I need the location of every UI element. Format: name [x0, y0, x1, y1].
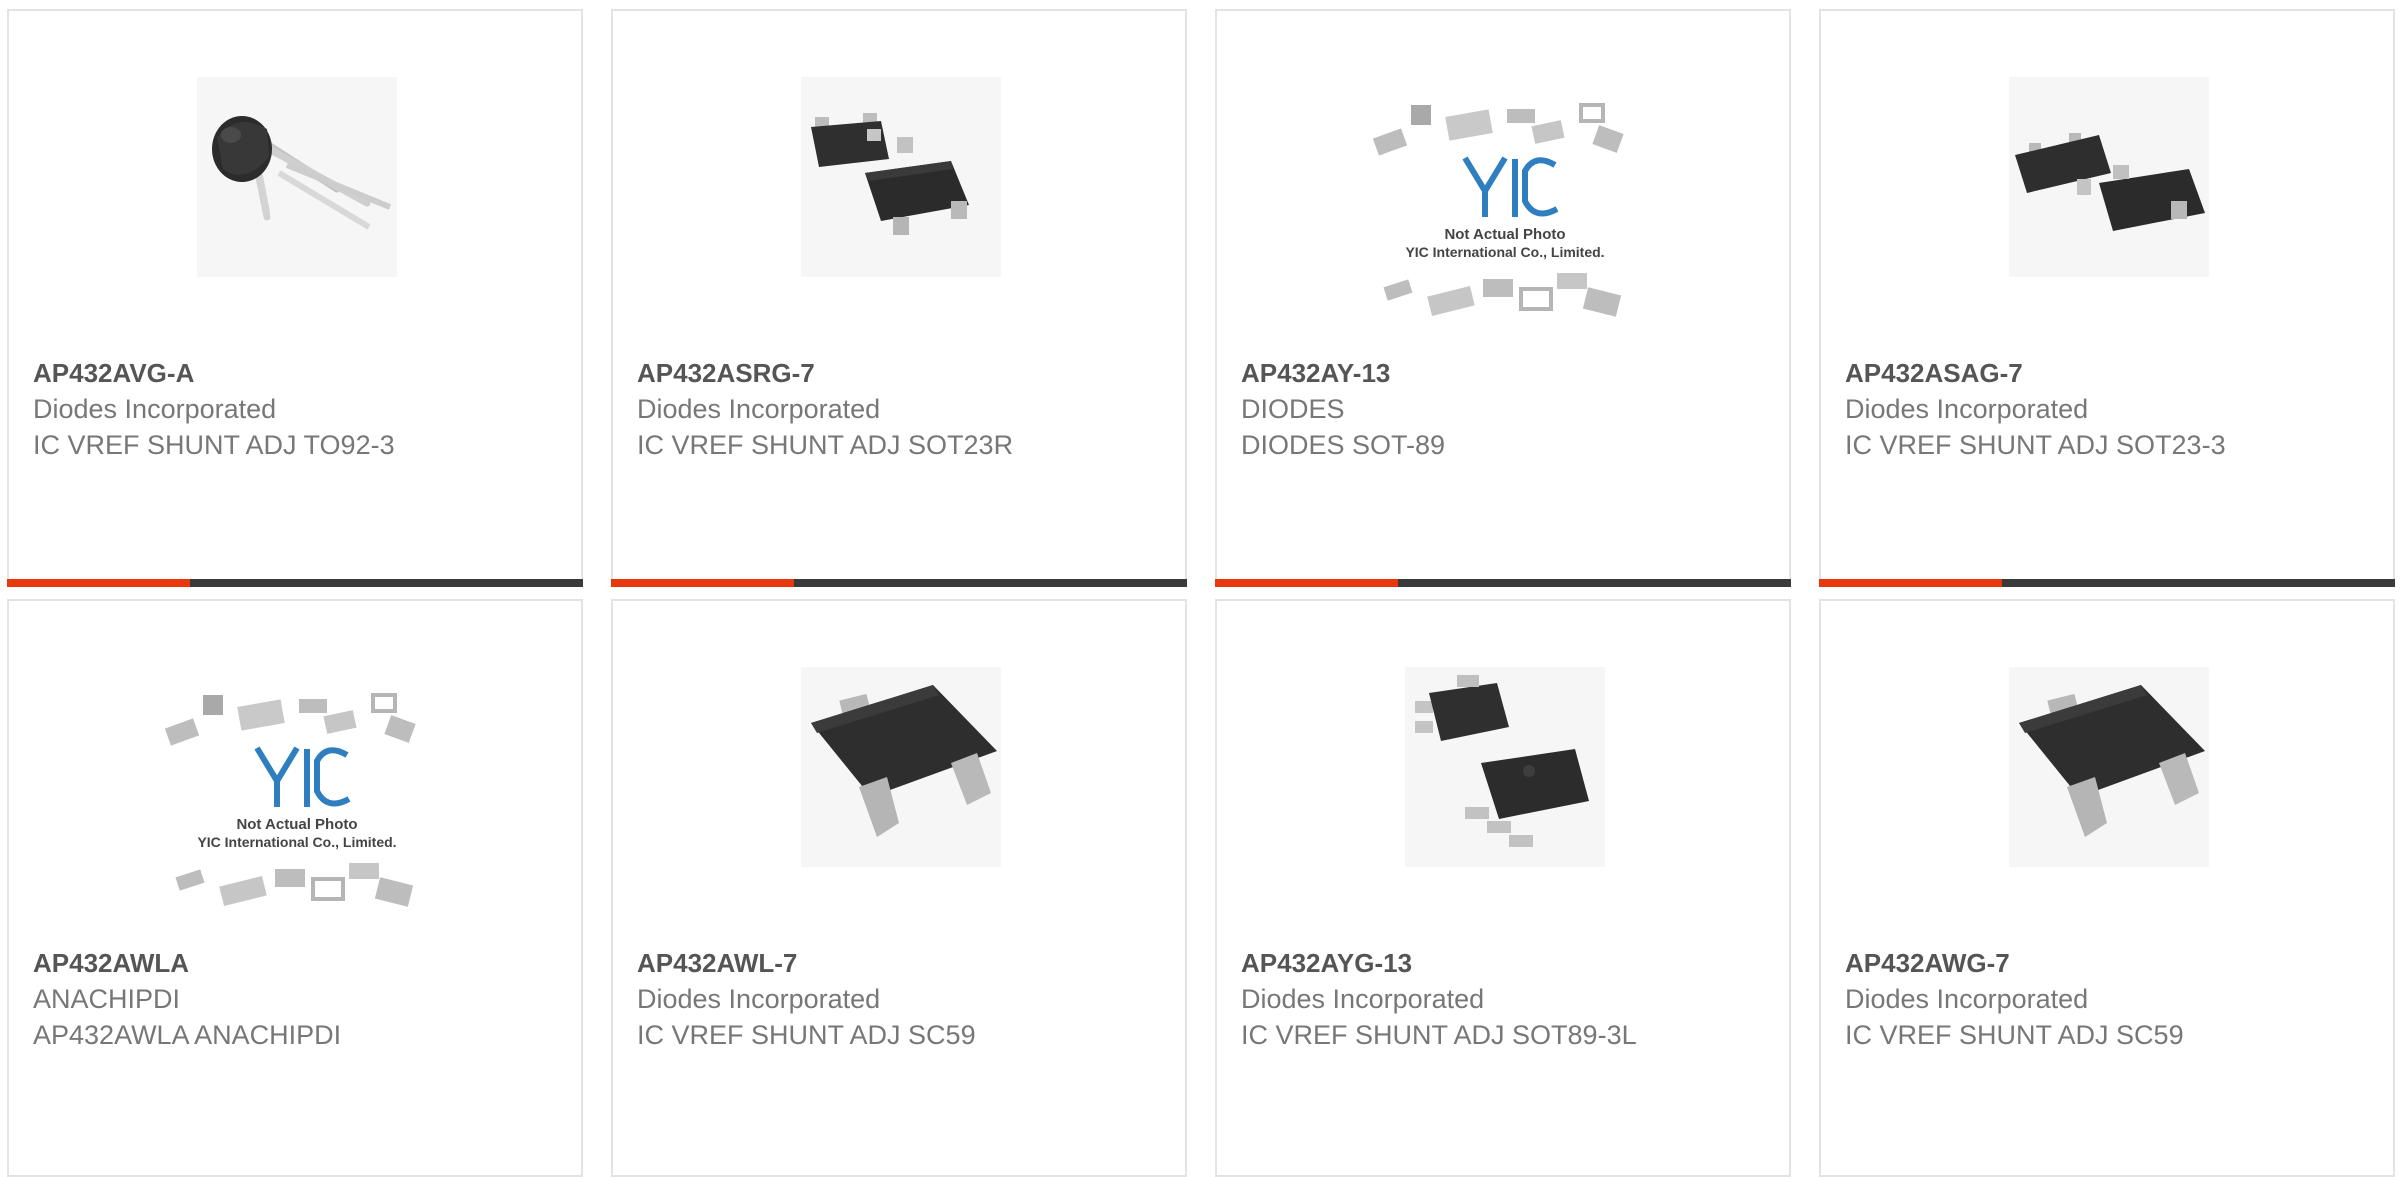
- sc59-package-image[interactable]: [2009, 667, 2209, 867]
- manufacturer: DIODES: [1241, 394, 1345, 424]
- part-number[interactable]: AP432AWL-7: [637, 945, 1169, 981]
- product-card[interactable]: AP432AWL-7 Diodes Incorporated IC VREF S…: [611, 599, 1187, 1177]
- description: AP432AWLA ANACHIPDI: [33, 1020, 342, 1050]
- card-footer-accent: [7, 579, 190, 587]
- not-actual-photo-image[interactable]: Not Actual Photo YIC International Co., …: [157, 683, 437, 933]
- sc59-package-image[interactable]: [801, 667, 1001, 867]
- product-card[interactable]: AP432AVG-A Diodes Incorporated IC VREF S…: [7, 9, 583, 587]
- product-card[interactable]: AP432ASRG-7 Diodes Incorporated IC VREF …: [611, 9, 1187, 587]
- product-info: AP432AWG-7 Diodes Incorporated IC VREF S…: [1845, 945, 2377, 1053]
- photo-note: Not Actual Photo: [1444, 226, 1565, 243]
- photo-company: YIC International Co., Limited.: [197, 834, 396, 850]
- not-actual-photo-image[interactable]: Not Actual Photo YIC International Co., …: [1365, 93, 1645, 343]
- product-info: AP432AY-13 DIODES DIODES SOT-89: [1241, 355, 1773, 463]
- part-number[interactable]: AP432AY-13: [1241, 355, 1773, 391]
- manufacturer: Diodes Incorporated: [1845, 984, 2089, 1014]
- description: IC VREF SHUNT ADJ SC59: [1845, 1020, 2184, 1050]
- part-number[interactable]: AP432AYG-13: [1241, 945, 1773, 981]
- card-footer-accent: [611, 579, 794, 587]
- sot23-package-image[interactable]: [2009, 77, 2209, 277]
- card-footer-bar: [1819, 579, 2395, 587]
- part-number[interactable]: AP432AWLA: [33, 945, 565, 981]
- card-footer-bar: [611, 579, 1187, 587]
- card-footer-accent: [1215, 579, 1398, 587]
- description: DIODES SOT-89: [1241, 430, 1446, 460]
- manufacturer: ANACHIPDI: [33, 984, 181, 1014]
- photo-company: YIC International Co., Limited.: [1405, 244, 1604, 260]
- product-info: AP432AWL-7 Diodes Incorporated IC VREF S…: [637, 945, 1169, 1053]
- product-info: AP432AVG-A Diodes Incorporated IC VREF S…: [33, 355, 565, 463]
- product-info: AP432AYG-13 Diodes Incorporated IC VREF …: [1241, 945, 1773, 1053]
- manufacturer: Diodes Incorporated: [1241, 984, 1485, 1014]
- card-footer-bar: [1215, 579, 1791, 587]
- card-footer-accent: [1819, 579, 2002, 587]
- product-card[interactable]: Not Actual Photo YIC International Co., …: [7, 599, 583, 1177]
- to92-package-image[interactable]: [197, 77, 397, 277]
- product-info: AP432AWLA ANACHIPDI AP432AWLA ANACHIPDI: [33, 945, 565, 1053]
- manufacturer: Diodes Incorporated: [637, 394, 881, 424]
- product-card[interactable]: AP432ASAG-7 Diodes Incorporated IC VREF …: [1819, 9, 2395, 587]
- manufacturer: Diodes Incorporated: [1845, 394, 2089, 424]
- sot23-package-image[interactable]: [801, 77, 1001, 277]
- product-card[interactable]: Not Actual Photo YIC International Co., …: [1215, 9, 1791, 587]
- manufacturer: Diodes Incorporated: [33, 394, 277, 424]
- description: IC VREF SHUNT ADJ SOT23-3: [1845, 430, 2226, 460]
- description: IC VREF SHUNT ADJ SOT89-3L: [1241, 1020, 1637, 1050]
- part-number[interactable]: AP432AVG-A: [33, 355, 565, 391]
- product-info: AP432ASAG-7 Diodes Incorporated IC VREF …: [1845, 355, 2377, 463]
- product-info: AP432ASRG-7 Diodes Incorporated IC VREF …: [637, 355, 1169, 463]
- part-number[interactable]: AP432AWG-7: [1845, 945, 2377, 981]
- description: IC VREF SHUNT ADJ SOT23R: [637, 430, 1014, 460]
- product-card[interactable]: AP432AYG-13 Diodes Incorporated IC VREF …: [1215, 599, 1791, 1177]
- card-footer-bar: [7, 579, 583, 587]
- product-grid: AP432AVG-A Diodes Incorporated IC VREF S…: [0, 0, 2400, 1177]
- part-number[interactable]: AP432ASAG-7: [1845, 355, 2377, 391]
- manufacturer: Diodes Incorporated: [637, 984, 881, 1014]
- photo-note: Not Actual Photo: [236, 816, 357, 833]
- sot89-package-image[interactable]: [1405, 667, 1605, 867]
- product-card[interactable]: AP432AWG-7 Diodes Incorporated IC VREF S…: [1819, 599, 2395, 1177]
- part-number[interactable]: AP432ASRG-7: [637, 355, 1169, 391]
- description: IC VREF SHUNT ADJ TO92-3: [33, 430, 395, 460]
- description: IC VREF SHUNT ADJ SC59: [637, 1020, 976, 1050]
